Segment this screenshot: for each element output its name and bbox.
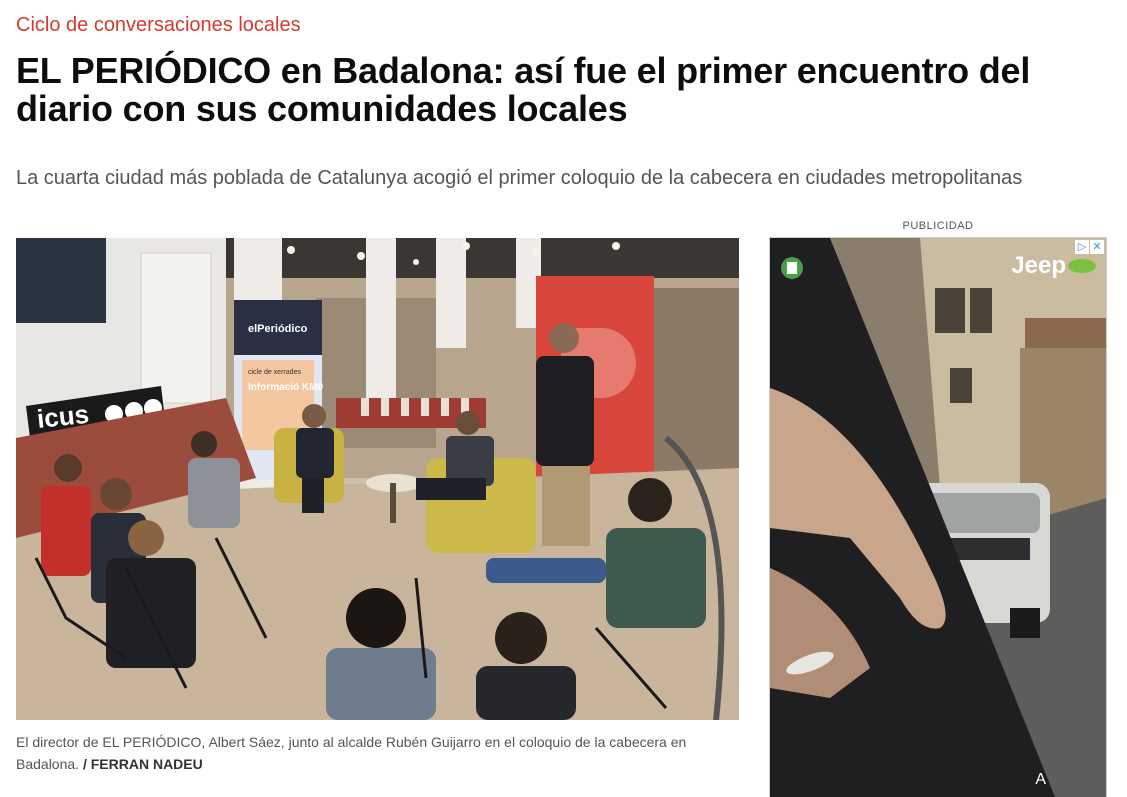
section-kicker[interactable]: Ciclo de conversaciones locales: [16, 14, 301, 37]
jeep-logo: Jeep: [1011, 252, 1066, 279]
ad-label: PUBLICIDAD: [902, 220, 974, 232]
banner-title: Informació KM0: [248, 382, 323, 393]
close-icon[interactable]: ✕: [1090, 240, 1104, 254]
article-photo[interactable]: icus elPeriódico cicle de xerrades Infor…: [16, 238, 739, 720]
article-headline: EL PERIÓDICO en Badalona: así fue el pri…: [16, 50, 1031, 129]
jeep-advertisement[interactable]: ▷ ✕ Jeep A: [769, 237, 1107, 797]
article-subtitle: La cuarta ciudad más poblada de Cataluny…: [16, 167, 1023, 189]
adchoices-icon[interactable]: ▷: [1075, 240, 1089, 254]
ad-choices[interactable]: ▷ ✕: [1075, 240, 1104, 254]
ad-tail-text: A: [1035, 771, 1046, 788]
banner-text: cicle de xerrades: [248, 369, 301, 376]
banner-brand: elPeriódico: [248, 323, 308, 335]
photo-credit: / FERRAN NADEU: [82, 756, 203, 772]
photo-caption: El director de EL PERIÓDICO, Albert Sáez…: [16, 731, 716, 775]
